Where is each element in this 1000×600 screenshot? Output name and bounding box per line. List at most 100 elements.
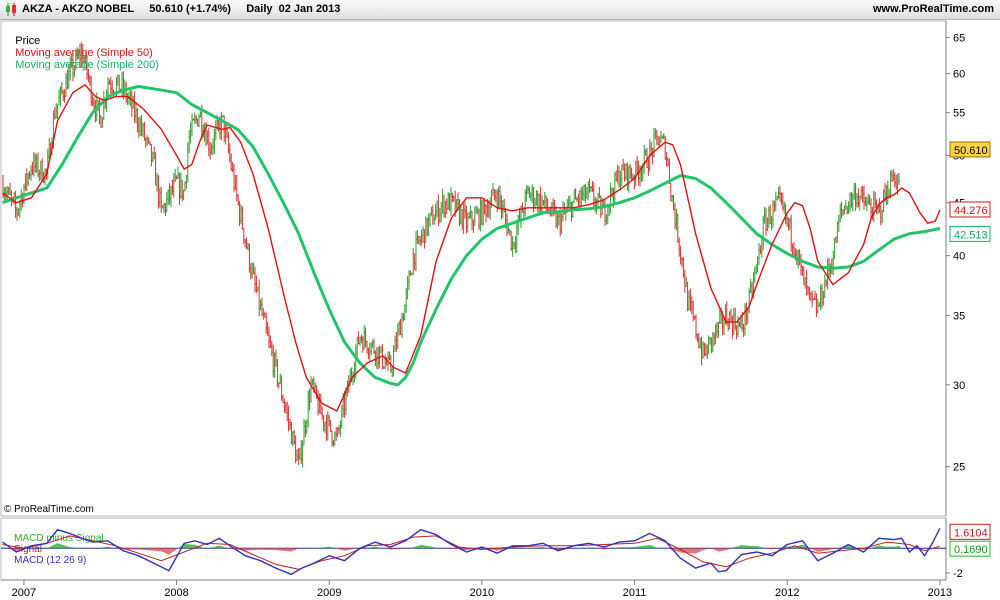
price-bar [141,115,143,137]
price-bar [381,343,384,370]
price-bar [478,208,480,230]
price-bar [318,393,321,414]
price-bar [3,187,6,201]
price-bar [323,415,325,432]
price-bar [302,440,304,468]
price-bar [612,187,615,208]
price-bar [790,214,793,252]
price-bar [425,216,427,243]
price-bar [339,420,342,437]
price-bar [155,152,157,186]
price-bar [629,163,632,179]
price-bar [719,308,721,325]
price-bar [342,392,345,418]
x-tick-label: 2011 [623,587,647,599]
price-bar [374,350,377,367]
price-bar [874,191,877,208]
price-bar [820,285,822,311]
price-bar [169,183,171,205]
price-bar [881,209,884,224]
price-bar [352,371,354,386]
price-bar [325,414,328,441]
price-bar [709,336,711,345]
price-bar [695,314,697,340]
price-bar [740,315,742,329]
price-bar [57,103,59,120]
price-bar [524,189,527,217]
price-bar [41,158,44,182]
price-bar [850,191,853,208]
price-bar [689,288,692,312]
price-bar [705,343,707,357]
price-bar [269,335,272,349]
price-bar [244,238,247,248]
price-bar [134,91,136,123]
price-bar [306,419,308,435]
price-bar [212,138,214,156]
price-bar [40,160,42,181]
price-bar [324,421,326,434]
price-bar [793,242,795,258]
price-bar [694,315,696,320]
price-bar [887,180,889,205]
price-bar [747,307,749,325]
site-link[interactable]: www.ProRealTime.com [873,3,994,15]
price-bar [880,204,882,226]
price-bar [825,279,828,287]
ma200-value-label: 42.513 [949,225,991,242]
price-bar [138,117,140,139]
price-bar [439,207,441,224]
price-bar [380,346,382,354]
price-bar [810,292,812,302]
price-bar [878,198,881,213]
price-bar [743,323,745,338]
price-bar [453,195,455,202]
price-bar [288,405,290,432]
price-bar [803,266,805,286]
price-bar [362,336,364,353]
price-bar [61,81,63,95]
price-bar [485,203,487,223]
price-bar [414,253,416,271]
price-bar [443,194,445,218]
chart-svg[interactable]: 25 30 35 40 45 50 55 60 65 -2 2007 2008 2009 2010 2011… [0,0,1000,600]
price-bar [345,387,347,416]
price-bar [615,170,618,182]
price-legend: Price Moving average (Simple 50) Moving … [3,23,159,83]
price-bar [570,201,573,222]
price-bar [660,131,662,144]
price-bar [572,201,574,218]
price-bar [199,111,202,118]
price-bar [220,111,223,141]
price-bar [584,183,587,203]
price-bar [818,301,821,307]
price-bar [864,196,867,206]
price-y-tick-label: 45 [953,198,965,210]
price-bar [177,166,179,179]
price-bar [34,153,37,173]
price-bar [811,290,814,308]
price-bar [440,201,443,223]
price-bar [813,298,815,301]
price-bar [226,122,228,138]
price-bar [486,198,489,218]
price-bar [859,195,861,211]
price-bar [29,171,31,180]
price-bar [552,198,555,217]
price-bar [619,171,622,191]
price-bar [645,148,647,156]
price-bar [215,120,217,141]
macd-y-tick-label: -2 [953,568,963,580]
price-bar [435,203,437,221]
legend-ma200: Moving average (Simple 200) [15,59,159,71]
signal-value-label-box [949,540,991,557]
price-bar [376,347,378,370]
price-bar [600,195,602,219]
price-bar [635,160,637,187]
price-bar [377,346,380,370]
price-bar [523,207,525,219]
price-bar [512,236,514,257]
legend-price: Price [15,35,41,47]
price-bar [631,167,633,181]
price-bar [659,136,661,148]
